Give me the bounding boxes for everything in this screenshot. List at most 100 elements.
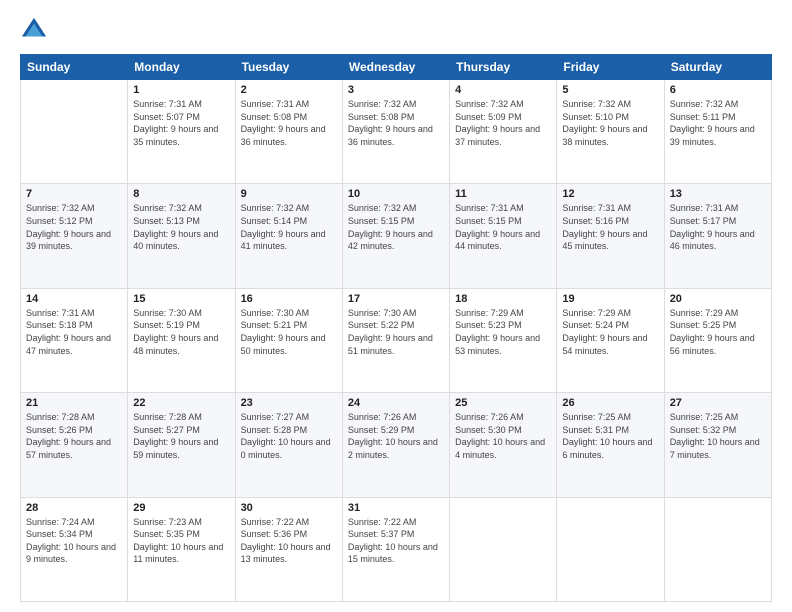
calendar-cell: 20 Sunrise: 7:29 AM Sunset: 5:25 PM Dayl… bbox=[664, 288, 771, 392]
day-info: Sunrise: 7:25 AM Sunset: 5:31 PM Dayligh… bbox=[562, 411, 658, 461]
calendar-cell: 10 Sunrise: 7:32 AM Sunset: 5:15 PM Dayl… bbox=[342, 184, 449, 288]
daylight: Daylight: 9 hours and 36 minutes. bbox=[241, 123, 337, 148]
day-info: Sunrise: 7:23 AM Sunset: 5:35 PM Dayligh… bbox=[133, 516, 229, 566]
sunset: Sunset: 5:09 PM bbox=[455, 111, 551, 124]
daylight: Daylight: 9 hours and 46 minutes. bbox=[670, 228, 766, 253]
sunrise: Sunrise: 7:31 AM bbox=[133, 98, 229, 111]
calendar-cell: 13 Sunrise: 7:31 AM Sunset: 5:17 PM Dayl… bbox=[664, 184, 771, 288]
calendar-cell: 3 Sunrise: 7:32 AM Sunset: 5:08 PM Dayli… bbox=[342, 80, 449, 184]
sunset: Sunset: 5:07 PM bbox=[133, 111, 229, 124]
calendar-day-header: Friday bbox=[557, 55, 664, 80]
sunrise: Sunrise: 7:32 AM bbox=[241, 202, 337, 215]
daylight: Daylight: 10 hours and 15 minutes. bbox=[348, 541, 444, 566]
calendar-cell: 4 Sunrise: 7:32 AM Sunset: 5:09 PM Dayli… bbox=[450, 80, 557, 184]
sunset: Sunset: 5:23 PM bbox=[455, 319, 551, 332]
calendar-week-row: 7 Sunrise: 7:32 AM Sunset: 5:12 PM Dayli… bbox=[21, 184, 772, 288]
day-number: 28 bbox=[26, 502, 122, 514]
calendar-cell: 27 Sunrise: 7:25 AM Sunset: 5:32 PM Dayl… bbox=[664, 393, 771, 497]
day-info: Sunrise: 7:31 AM Sunset: 5:17 PM Dayligh… bbox=[670, 202, 766, 252]
calendar-cell: 18 Sunrise: 7:29 AM Sunset: 5:23 PM Dayl… bbox=[450, 288, 557, 392]
calendar-table: SundayMondayTuesdayWednesdayThursdayFrid… bbox=[20, 54, 772, 602]
sunset: Sunset: 5:35 PM bbox=[133, 528, 229, 541]
sunset: Sunset: 5:27 PM bbox=[133, 424, 229, 437]
daylight: Daylight: 9 hours and 51 minutes. bbox=[348, 332, 444, 357]
day-info: Sunrise: 7:32 AM Sunset: 5:08 PM Dayligh… bbox=[348, 98, 444, 148]
daylight: Daylight: 9 hours and 40 minutes. bbox=[133, 228, 229, 253]
day-number: 7 bbox=[26, 188, 122, 200]
calendar-header-row: SundayMondayTuesdayWednesdayThursdayFrid… bbox=[21, 55, 772, 80]
day-info: Sunrise: 7:31 AM Sunset: 5:15 PM Dayligh… bbox=[455, 202, 551, 252]
sunrise: Sunrise: 7:24 AM bbox=[26, 516, 122, 529]
day-info: Sunrise: 7:26 AM Sunset: 5:30 PM Dayligh… bbox=[455, 411, 551, 461]
day-number: 25 bbox=[455, 397, 551, 409]
sunrise: Sunrise: 7:32 AM bbox=[26, 202, 122, 215]
calendar-day-header: Saturday bbox=[664, 55, 771, 80]
calendar-cell: 26 Sunrise: 7:25 AM Sunset: 5:31 PM Dayl… bbox=[557, 393, 664, 497]
sunset: Sunset: 5:24 PM bbox=[562, 319, 658, 332]
sunrise: Sunrise: 7:32 AM bbox=[455, 98, 551, 111]
calendar-cell: 6 Sunrise: 7:32 AM Sunset: 5:11 PM Dayli… bbox=[664, 80, 771, 184]
sunset: Sunset: 5:32 PM bbox=[670, 424, 766, 437]
calendar-cell: 25 Sunrise: 7:26 AM Sunset: 5:30 PM Dayl… bbox=[450, 393, 557, 497]
sunset: Sunset: 5:15 PM bbox=[455, 215, 551, 228]
sunset: Sunset: 5:37 PM bbox=[348, 528, 444, 541]
sunrise: Sunrise: 7:30 AM bbox=[348, 307, 444, 320]
sunrise: Sunrise: 7:30 AM bbox=[133, 307, 229, 320]
day-info: Sunrise: 7:32 AM Sunset: 5:09 PM Dayligh… bbox=[455, 98, 551, 148]
sunrise: Sunrise: 7:28 AM bbox=[26, 411, 122, 424]
calendar-cell: 28 Sunrise: 7:24 AM Sunset: 5:34 PM Dayl… bbox=[21, 497, 128, 601]
calendar-day-header: Thursday bbox=[450, 55, 557, 80]
sunrise: Sunrise: 7:23 AM bbox=[133, 516, 229, 529]
day-number: 24 bbox=[348, 397, 444, 409]
calendar-cell: 31 Sunrise: 7:22 AM Sunset: 5:37 PM Dayl… bbox=[342, 497, 449, 601]
daylight: Daylight: 9 hours and 56 minutes. bbox=[670, 332, 766, 357]
calendar-cell: 7 Sunrise: 7:32 AM Sunset: 5:12 PM Dayli… bbox=[21, 184, 128, 288]
day-number: 29 bbox=[133, 502, 229, 514]
day-number: 23 bbox=[241, 397, 337, 409]
day-info: Sunrise: 7:32 AM Sunset: 5:12 PM Dayligh… bbox=[26, 202, 122, 252]
sunrise: Sunrise: 7:29 AM bbox=[455, 307, 551, 320]
sunrise: Sunrise: 7:31 AM bbox=[455, 202, 551, 215]
sunrise: Sunrise: 7:31 AM bbox=[241, 98, 337, 111]
daylight: Daylight: 9 hours and 37 minutes. bbox=[455, 123, 551, 148]
day-info: Sunrise: 7:29 AM Sunset: 5:25 PM Dayligh… bbox=[670, 307, 766, 357]
sunrise: Sunrise: 7:30 AM bbox=[241, 307, 337, 320]
calendar-cell: 29 Sunrise: 7:23 AM Sunset: 5:35 PM Dayl… bbox=[128, 497, 235, 601]
sunset: Sunset: 5:22 PM bbox=[348, 319, 444, 332]
day-info: Sunrise: 7:32 AM Sunset: 5:10 PM Dayligh… bbox=[562, 98, 658, 148]
sunrise: Sunrise: 7:25 AM bbox=[562, 411, 658, 424]
day-info: Sunrise: 7:22 AM Sunset: 5:37 PM Dayligh… bbox=[348, 516, 444, 566]
sunrise: Sunrise: 7:32 AM bbox=[670, 98, 766, 111]
day-info: Sunrise: 7:32 AM Sunset: 5:15 PM Dayligh… bbox=[348, 202, 444, 252]
day-number: 2 bbox=[241, 84, 337, 96]
calendar-cell: 2 Sunrise: 7:31 AM Sunset: 5:08 PM Dayli… bbox=[235, 80, 342, 184]
day-number: 8 bbox=[133, 188, 229, 200]
sunset: Sunset: 5:29 PM bbox=[348, 424, 444, 437]
sunset: Sunset: 5:17 PM bbox=[670, 215, 766, 228]
daylight: Daylight: 10 hours and 7 minutes. bbox=[670, 436, 766, 461]
day-number: 27 bbox=[670, 397, 766, 409]
sunset: Sunset: 5:25 PM bbox=[670, 319, 766, 332]
calendar-cell: 8 Sunrise: 7:32 AM Sunset: 5:13 PM Dayli… bbox=[128, 184, 235, 288]
daylight: Daylight: 9 hours and 54 minutes. bbox=[562, 332, 658, 357]
sunrise: Sunrise: 7:25 AM bbox=[670, 411, 766, 424]
day-number: 31 bbox=[348, 502, 444, 514]
sunset: Sunset: 5:36 PM bbox=[241, 528, 337, 541]
sunset: Sunset: 5:08 PM bbox=[241, 111, 337, 124]
logo bbox=[20, 16, 52, 44]
daylight: Daylight: 10 hours and 11 minutes. bbox=[133, 541, 229, 566]
sunset: Sunset: 5:14 PM bbox=[241, 215, 337, 228]
sunrise: Sunrise: 7:26 AM bbox=[348, 411, 444, 424]
sunset: Sunset: 5:34 PM bbox=[26, 528, 122, 541]
day-number: 20 bbox=[670, 293, 766, 305]
day-info: Sunrise: 7:24 AM Sunset: 5:34 PM Dayligh… bbox=[26, 516, 122, 566]
sunrise: Sunrise: 7:31 AM bbox=[562, 202, 658, 215]
day-number: 17 bbox=[348, 293, 444, 305]
calendar-cell: 15 Sunrise: 7:30 AM Sunset: 5:19 PM Dayl… bbox=[128, 288, 235, 392]
day-info: Sunrise: 7:26 AM Sunset: 5:29 PM Dayligh… bbox=[348, 411, 444, 461]
sunset: Sunset: 5:21 PM bbox=[241, 319, 337, 332]
calendar-week-row: 14 Sunrise: 7:31 AM Sunset: 5:18 PM Dayl… bbox=[21, 288, 772, 392]
calendar-cell: 12 Sunrise: 7:31 AM Sunset: 5:16 PM Dayl… bbox=[557, 184, 664, 288]
day-info: Sunrise: 7:31 AM Sunset: 5:08 PM Dayligh… bbox=[241, 98, 337, 148]
day-info: Sunrise: 7:31 AM Sunset: 5:07 PM Dayligh… bbox=[133, 98, 229, 148]
